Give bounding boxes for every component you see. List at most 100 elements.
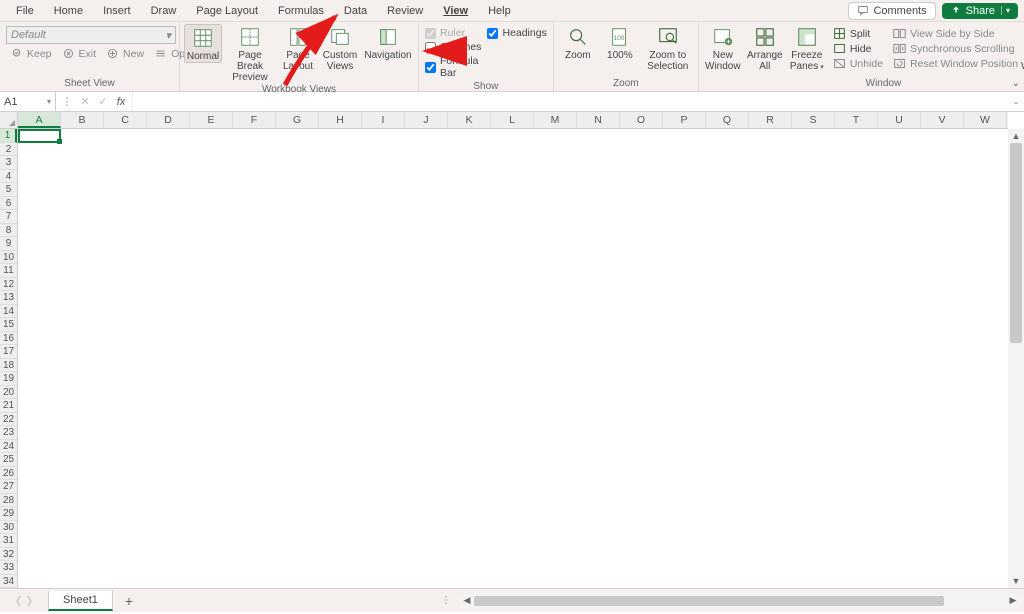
column-headers[interactable]: ABCDEFGHIJKLMNOPQRSTUVW <box>18 112 1008 129</box>
headings-checkbox[interactable]: Headings <box>485 26 548 40</box>
row-header[interactable]: 29 <box>0 507 17 521</box>
row-header[interactable]: 23 <box>0 426 17 440</box>
col-header[interactable]: P <box>663 112 706 128</box>
next-sheet-arrow[interactable]: 〉 <box>27 593 38 609</box>
col-header[interactable]: O <box>620 112 663 128</box>
row-header[interactable]: 28 <box>0 494 17 508</box>
ribbon-collapse-chevron[interactable]: ⌄ <box>1012 78 1020 89</box>
col-header[interactable]: B <box>61 112 104 128</box>
row-header[interactable]: 21 <box>0 399 17 413</box>
row-header[interactable]: 4 <box>0 170 17 184</box>
row-header[interactable]: 24 <box>0 440 17 454</box>
menu-help[interactable]: Help <box>478 2 521 20</box>
col-header[interactable]: D <box>147 112 190 128</box>
row-header[interactable]: 5 <box>0 183 17 197</box>
keep-button[interactable]: Keep <box>6 46 56 61</box>
col-header[interactable]: J <box>405 112 448 128</box>
row-header[interactable]: 9 <box>0 237 17 251</box>
col-header[interactable]: L <box>491 112 534 128</box>
row-header[interactable]: 20 <box>0 386 17 400</box>
page-break-button[interactable]: Page Break Preview <box>224 24 276 83</box>
row-header[interactable]: 14 <box>0 305 17 319</box>
menu-insert[interactable]: Insert <box>93 2 141 20</box>
row-header[interactable]: 2 <box>0 143 17 157</box>
row-header[interactable]: 32 <box>0 548 17 562</box>
row-header[interactable]: 17 <box>0 345 17 359</box>
menu-data[interactable]: Data <box>334 2 377 20</box>
hide-button[interactable]: Hide <box>829 41 887 56</box>
arrange-all-button[interactable]: Arrange All <box>745 24 785 72</box>
menu-view[interactable]: View <box>433 2 478 20</box>
col-header[interactable]: F <box>233 112 276 128</box>
row-header[interactable]: 25 <box>0 453 17 467</box>
row-header[interactable]: 34 <box>0 575 17 589</box>
sheetview-dropdown[interactable]: Default ▾ <box>6 26 176 44</box>
col-header[interactable]: I <box>362 112 405 128</box>
fx-icon[interactable]: fx <box>114 96 128 108</box>
row-header[interactable]: 11 <box>0 264 17 278</box>
col-header[interactable]: S <box>792 112 835 128</box>
row-header[interactable]: 16 <box>0 332 17 346</box>
row-header[interactable]: 15 <box>0 318 17 332</box>
zoom-100-button[interactable]: 100 100% <box>600 24 640 61</box>
row-header[interactable]: 30 <box>0 521 17 535</box>
page-layout-button[interactable]: Page Layout <box>278 24 318 72</box>
col-header[interactable]: U <box>878 112 921 128</box>
name-box-dropdown-icon[interactable]: ▾ <box>47 97 51 106</box>
freeze-panes-button[interactable]: Freeze Panes▾ <box>787 24 827 72</box>
tab-scroll-handle[interactable]: ⋮ <box>435 595 458 606</box>
row-header[interactable]: 27 <box>0 480 17 494</box>
prev-sheet-arrow[interactable]: 〈 <box>10 593 21 609</box>
exit-button[interactable]: Exit <box>58 46 101 61</box>
cells-area[interactable] <box>18 129 1008 588</box>
row-header[interactable]: 22 <box>0 413 17 427</box>
vertical-scrollbar[interactable]: ▲ ▼ <box>1008 129 1024 588</box>
col-header[interactable]: N <box>577 112 620 128</box>
formula-bar-checkbox[interactable]: Formula Bar <box>423 54 483 80</box>
h-scroll-thumb[interactable] <box>474 596 944 606</box>
formula-input[interactable] <box>133 92 1008 111</box>
col-header[interactable]: E <box>190 112 233 128</box>
row-header[interactable]: 3 <box>0 156 17 170</box>
name-box[interactable]: A1 ▾ <box>0 92 56 111</box>
scroll-down-arrow[interactable]: ▼ <box>1012 574 1021 588</box>
menu-formulas[interactable]: Formulas <box>268 2 334 20</box>
col-header[interactable]: G <box>276 112 319 128</box>
sheet-tab-active[interactable]: Sheet1 <box>48 591 113 611</box>
col-header[interactable]: Q <box>706 112 749 128</box>
scroll-up-arrow[interactable]: ▲ <box>1012 129 1021 143</box>
scroll-right-arrow[interactable]: ▶ <box>1006 595 1020 606</box>
comments-button[interactable]: Comments <box>848 2 935 20</box>
row-header[interactable]: 7 <box>0 210 17 224</box>
scroll-left-arrow[interactable]: ◀ <box>460 595 474 606</box>
col-header[interactable]: W <box>964 112 1007 128</box>
zoom-selection-button[interactable]: Zoom to Selection <box>642 24 694 72</box>
share-dropdown-arrow[interactable]: ▾ <box>1001 6 1010 15</box>
row-header[interactable]: 33 <box>0 561 17 575</box>
col-header[interactable]: A <box>18 112 61 128</box>
new-window-button[interactable]: New Window <box>703 24 743 72</box>
zoom-button[interactable]: Zoom <box>558 24 598 61</box>
split-button[interactable]: Split <box>829 26 887 41</box>
custom-views-button[interactable]: Custom Views <box>320 24 360 72</box>
menu-home[interactable]: Home <box>44 2 93 20</box>
navigation-button[interactable]: Navigation <box>362 24 414 61</box>
normal-view-button[interactable]: Normal <box>184 24 222 63</box>
col-header[interactable]: K <box>448 112 491 128</box>
col-header[interactable]: V <box>921 112 964 128</box>
row-header[interactable]: 10 <box>0 251 17 265</box>
col-header[interactable]: T <box>835 112 878 128</box>
menu-draw[interactable]: Draw <box>141 2 187 20</box>
row-header[interactable]: 19 <box>0 372 17 386</box>
v-scroll-thumb[interactable] <box>1010 143 1022 343</box>
col-header[interactable]: H <box>319 112 362 128</box>
row-header[interactable]: 6 <box>0 197 17 211</box>
formula-bar-expand[interactable]: ⌄ <box>1008 92 1024 111</box>
col-header[interactable]: R <box>749 112 792 128</box>
horizontal-scrollbar[interactable]: ◀ ▶ <box>460 594 1020 608</box>
row-headers[interactable]: 1234567891011121314151617181920212223242… <box>0 129 18 588</box>
row-header[interactable]: 12 <box>0 278 17 292</box>
col-header[interactable]: M <box>534 112 577 128</box>
gridlines-checkbox[interactable]: Gridlines <box>423 40 483 54</box>
menu-review[interactable]: Review <box>377 2 433 20</box>
